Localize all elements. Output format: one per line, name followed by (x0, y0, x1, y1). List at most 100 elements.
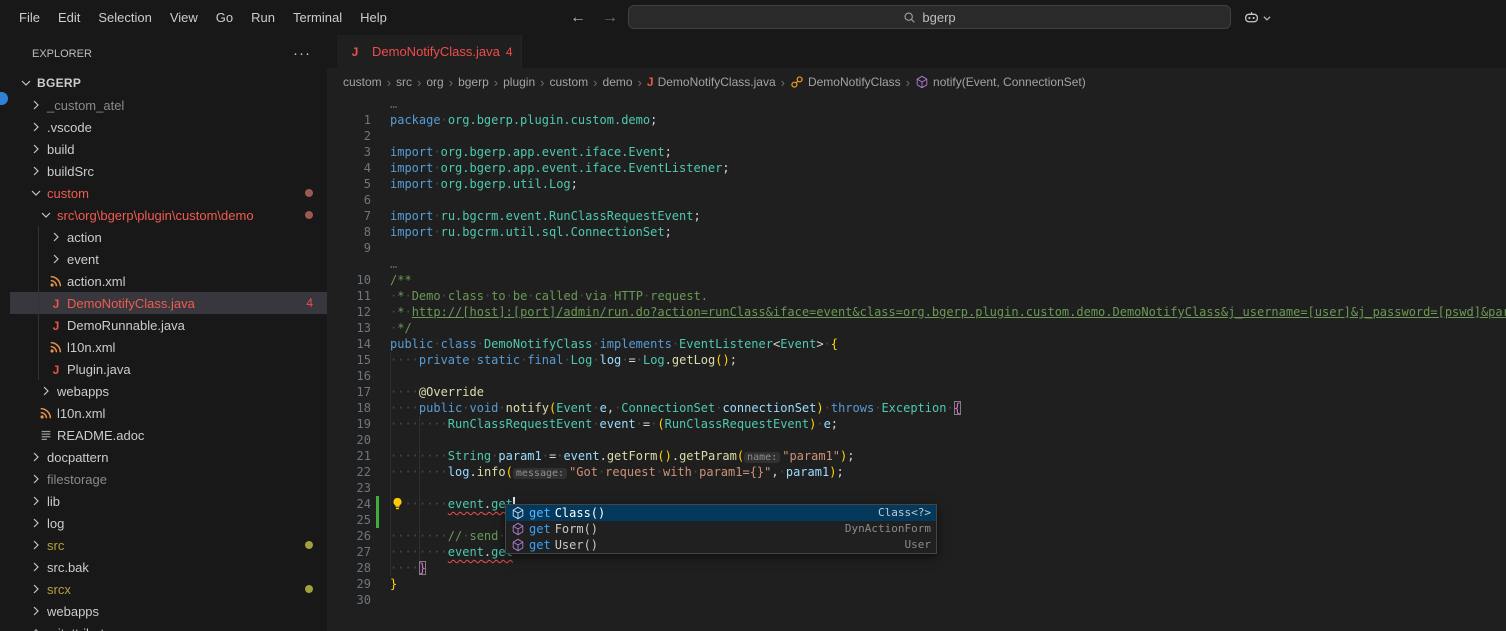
code-line-ellipsis[interactable]: … (327, 256, 1506, 272)
forward-arrow-icon[interactable]: → (602, 9, 618, 27)
code-line-29[interactable]: 29} (327, 576, 1506, 592)
menu-edit[interactable]: Edit (49, 0, 89, 35)
code-line-8[interactable]: 8import·ru.bgcrm.util.sql.ConnectionSet; (327, 224, 1506, 240)
tree-item-webapps[interactable]: webapps (10, 380, 327, 402)
breadcrumb-segment-demonotifyclass[interactable]: DemoNotifyClass (790, 75, 901, 89)
breadcrumb-segment-demo[interactable]: demo (603, 75, 633, 89)
tree-item-label: srcx (47, 582, 71, 597)
tree-item-action-xml[interactable]: action.xml (10, 270, 327, 292)
code-line-15[interactable]: 15····private·static·final·Log·log·=·Log… (327, 352, 1506, 368)
code-line-14[interactable]: 14public·class·DemoNotifyClass·implement… (327, 336, 1506, 352)
code-line-19[interactable]: 19········RunClassRequestEvent·event·=·(… (327, 416, 1506, 432)
menu-terminal[interactable]: Terminal (284, 0, 351, 35)
code-line-16[interactable]: 16 (327, 368, 1506, 384)
tree-item-log[interactable]: log (10, 512, 327, 534)
tree-item-custom-atel[interactable]: _custom_atel (10, 94, 327, 116)
code-line-11[interactable]: 11·*·Demo·class·to·be·called·via·HTTP·re… (327, 288, 1506, 304)
code-line-5[interactable]: 5import·org.bgerp.util.Log; (327, 176, 1506, 192)
tree-item-demorunnable-java[interactable]: JDemoRunnable.java (10, 314, 327, 336)
line-number: 29 (327, 576, 371, 592)
tree-item-gitattributes[interactable]: .gitattributes (10, 622, 327, 631)
code-line-22[interactable]: 22········log.info(message:"Got·request·… (327, 464, 1506, 480)
code-line-20[interactable]: 20 (327, 432, 1506, 448)
suggest-item-getuser[interactable]: getUser()User (506, 537, 936, 553)
code-line-6[interactable]: 6 (327, 192, 1506, 208)
command-center-search[interactable]: bgerp (628, 5, 1231, 29)
code-line-7[interactable]: 7import·ru.bgcrm.event.RunClassRequestEv… (327, 208, 1506, 224)
line-number: 30 (327, 592, 371, 608)
code-line-18[interactable]: 18····public·void·notify(Event·e,·Connec… (327, 400, 1506, 416)
menu-view[interactable]: View (161, 0, 207, 35)
tree-item-filestorage[interactable]: filestorage (10, 468, 327, 490)
tree-item-src-org-bgerp-plugin-custom-demo[interactable]: src\org\bgerp\plugin\custom\demo (10, 204, 327, 226)
copilot-icon (1243, 9, 1260, 26)
tree-item-vscode[interactable]: .vscode (10, 116, 327, 138)
code-line-13[interactable]: 13·*/ (327, 320, 1506, 336)
suggest-item-getform[interactable]: getForm()DynActionForm (506, 521, 936, 537)
tab-demonotifyclass-java[interactable]: J DemoNotifyClass.java 4 (337, 35, 522, 68)
code-editor[interactable]: …1package·org.bgerp.plugin.custom.demo;2… (327, 96, 1506, 631)
code-line-2[interactable]: 2 (327, 128, 1506, 144)
code-line-ellipsis[interactable]: … (327, 96, 1506, 112)
tree-item-lib[interactable]: lib (10, 490, 327, 512)
line-number: 22 (327, 464, 371, 480)
tree-item-demonotifyclass-java[interactable]: JDemoNotifyClass.java4 (10, 292, 327, 314)
menu-selection[interactable]: Selection (89, 0, 160, 35)
menu-file[interactable]: File (10, 0, 49, 35)
code-line-3[interactable]: 3import·org.bgerp.app.event.iface.Event; (327, 144, 1506, 160)
breadcrumb-segment-custom[interactable]: custom (343, 75, 382, 89)
tree-item-action[interactable]: action (10, 226, 327, 248)
breadcrumb-segment-notify-event-connectionset[interactable]: notify(Event, ConnectionSet) (915, 75, 1086, 89)
tree-item-buildsrc[interactable]: buildSrc (10, 160, 327, 182)
breadcrumb-segment-demonotifyclass-java[interactable]: JDemoNotifyClass.java (647, 75, 776, 89)
tree-item-custom[interactable]: custom (10, 182, 327, 204)
menu-help[interactable]: Help (351, 0, 396, 35)
tree-item-src-bak[interactable]: src.bak (10, 556, 327, 578)
back-arrow-icon[interactable]: ← (570, 9, 586, 27)
breadcrumb-separator: › (540, 75, 544, 90)
tree-item-bgerp[interactable]: BGERP (10, 72, 327, 94)
tree-item-webapps[interactable]: webapps (10, 600, 327, 622)
tree-item-label: buildSrc (47, 164, 94, 179)
code-line-21[interactable]: 21········String·param1·=·event.getForm(… (327, 448, 1506, 464)
code-line-9[interactable]: 9 (327, 240, 1506, 256)
chevron-right-icon (28, 471, 44, 487)
tree-item-l10n-xml[interactable]: l10n.xml (10, 402, 327, 424)
code-line-10[interactable]: 10/** (327, 272, 1506, 288)
breadcrumb-label: custom (549, 75, 588, 89)
tree-item-docpattern[interactable]: docpattern (10, 446, 327, 468)
menu-run[interactable]: Run (242, 0, 284, 35)
copilot-menu[interactable] (1243, 0, 1272, 35)
code-line-28[interactable]: 28····} (327, 560, 1506, 576)
tree-item-readme-adoc[interactable]: README.adoc (10, 424, 327, 446)
breadcrumb-segment-plugin[interactable]: plugin (503, 75, 535, 89)
tree-item-srcx[interactable]: srcx (10, 578, 327, 600)
tree-item-label: BGERP (37, 76, 81, 90)
method-icon (915, 75, 929, 89)
breadcrumb-segment-custom[interactable]: custom (549, 75, 588, 89)
code-line-23[interactable]: 23 (327, 480, 1506, 496)
code-line-30[interactable]: 30 (327, 592, 1506, 608)
line-number: 15 (327, 352, 371, 368)
tree-item-src[interactable]: src (10, 534, 327, 556)
tree-item-plugin-java[interactable]: JPlugin.java (10, 358, 327, 380)
breadcrumb-segment-bgerp[interactable]: bgerp (458, 75, 489, 89)
bulb-icon (391, 497, 405, 510)
code-line-4[interactable]: 4import·org.bgerp.app.event.iface.EventL… (327, 160, 1506, 176)
tree-item-build[interactable]: build (10, 138, 327, 160)
breadcrumb-segment-org[interactable]: org (426, 75, 443, 89)
lightbulb-icon[interactable] (391, 497, 405, 511)
suggest-item-getclass[interactable]: getClass()Class<?> (506, 505, 936, 521)
breadcrumb-label: DemoNotifyClass (808, 75, 901, 89)
tree-item-l10n-xml[interactable]: l10n.xml (10, 336, 327, 358)
code-line-12[interactable]: 12·*·http://[host]:[port]/admin/run.do?a… (327, 304, 1506, 320)
explorer-actions-icon[interactable]: ··· (293, 45, 311, 62)
tree-item-event[interactable]: event (10, 248, 327, 270)
code-line-1[interactable]: 1package·org.bgerp.plugin.custom.demo; (327, 112, 1506, 128)
tree-item-label: log (47, 516, 64, 531)
code-line-17[interactable]: 17····@Override (327, 384, 1506, 400)
breadcrumb-segment-src[interactable]: src (396, 75, 412, 89)
suggest-label: Form() (555, 521, 598, 537)
tree-item-label: l10n.xml (57, 406, 105, 421)
menu-go[interactable]: Go (207, 0, 242, 35)
